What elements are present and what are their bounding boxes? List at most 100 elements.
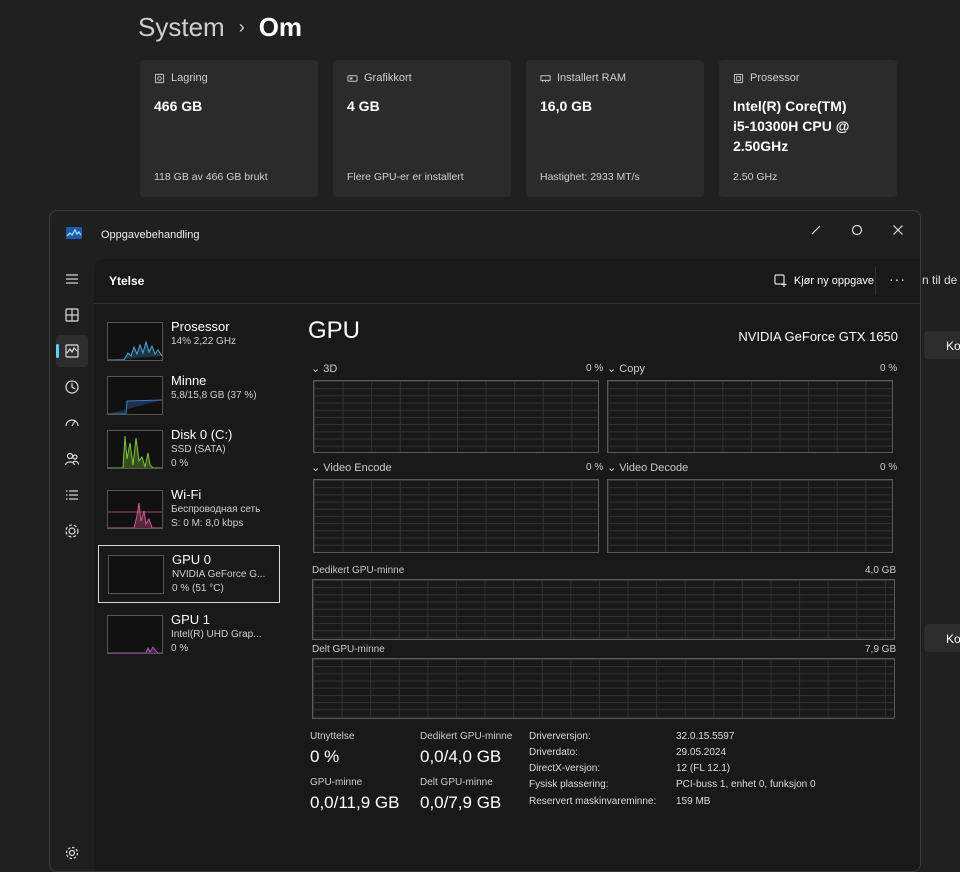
- card-value: 466 GB: [154, 98, 203, 114]
- run-task-icon: [774, 274, 787, 287]
- detail-value: 159 MB: [676, 796, 711, 807]
- processes-icon: [65, 308, 79, 322]
- device-gpu-0[interactable]: GPU 0 NVIDIA GeForce G... 0 % (51 °C): [98, 545, 280, 603]
- device-name: Minne: [171, 373, 207, 388]
- performance-panel: Ytelse Kjør ny oppgave ··· Prosessor 14%…: [94, 259, 920, 871]
- chevron-down-icon: ⌄: [607, 363, 617, 375]
- nav-performance[interactable]: [56, 335, 88, 367]
- nav-startup[interactable]: [56, 407, 88, 439]
- device-thumbnail: [107, 615, 163, 654]
- detail-key: Reservert maskinvareminne:: [529, 796, 657, 807]
- nav-details[interactable]: [56, 479, 88, 511]
- shared-memory-graph: [312, 658, 895, 719]
- breadcrumb: System › Om: [138, 12, 302, 43]
- device-name: Disk 0 (C:): [171, 427, 233, 442]
- engine-name: Copy: [619, 363, 645, 375]
- stat-value: 0 %: [310, 747, 340, 766]
- breadcrumb-system[interactable]: System: [138, 12, 225, 43]
- engine-value: 0 %: [586, 363, 604, 374]
- card-sub: 2.50 GHz: [733, 171, 778, 183]
- detail-value: 29.05.2024: [676, 747, 727, 758]
- close-icon: [893, 225, 903, 235]
- device-disk[interactable]: Disk 0 (C:) SSD (SATA) 0 %: [98, 421, 280, 479]
- device-name: Wi-Fi: [171, 487, 202, 502]
- engine-3d-graph: [313, 380, 599, 453]
- engine-name: Video Encode: [323, 462, 392, 474]
- nav-settings[interactable]: [56, 837, 88, 869]
- device-detail: 14% 2,22 GHz: [171, 336, 237, 347]
- card-label: Installert RAM: [557, 72, 627, 84]
- shared-memory-max: 7,9 GB: [865, 644, 897, 655]
- device-memory[interactable]: Minne 5,8/15,8 GB (37 %): [98, 367, 280, 425]
- hamburger-icon: [66, 274, 78, 284]
- device-name: Prosessor: [171, 319, 230, 334]
- header-divider: [875, 267, 876, 295]
- card-label: Grafikkort: [364, 72, 412, 84]
- detail-value: 12 (FL 12.1): [676, 763, 731, 774]
- stat-value: 0,0/4,0 GB: [420, 747, 502, 766]
- services-icon: [65, 524, 79, 538]
- card-label: Lagring: [171, 72, 208, 84]
- run-new-task-button[interactable]: Kjør ny oppgave: [774, 274, 874, 288]
- minimize-button[interactable]: [796, 217, 836, 243]
- background-button[interactable]: Ko: [924, 331, 960, 359]
- stat-value: 0,0/7,9 GB: [420, 793, 502, 812]
- task-manager-app-icon: [66, 227, 82, 239]
- maximize-icon: [851, 224, 863, 236]
- background-button[interactable]: Ko: [924, 624, 960, 652]
- engine-value: 0 %: [880, 363, 898, 374]
- device-thumbnail: [107, 376, 163, 415]
- card-label: Prosessor: [750, 72, 800, 84]
- engine-copy-selector[interactable]: ⌄ Copy: [607, 362, 645, 375]
- engine-video-encode-selector[interactable]: ⌄ Video Encode: [311, 461, 392, 474]
- engine-value: 0 %: [880, 462, 898, 473]
- processor-icon: [733, 73, 744, 83]
- device-usage: 0 %: [171, 643, 189, 654]
- card-sub: Hastighet: 2933 MT/s: [540, 171, 640, 183]
- card-graphics[interactable]: Grafikkort 4 GB Flere GPU-er er installe…: [333, 60, 511, 197]
- nav-users[interactable]: [56, 443, 88, 475]
- minimize-icon: [811, 225, 821, 235]
- device-detail: NVIDIA GeForce G...: [172, 569, 266, 580]
- close-button[interactable]: [878, 217, 918, 243]
- nav-services[interactable]: [56, 515, 88, 547]
- engine-3d-selector[interactable]: ⌄ 3D: [311, 362, 337, 375]
- startup-icon: [65, 419, 79, 427]
- card-ram[interactable]: Installert RAM 16,0 GB Hastighet: 2933 M…: [526, 60, 704, 197]
- gpu-title: GPU: [308, 317, 361, 344]
- details-icon: [66, 490, 78, 500]
- nav-processes[interactable]: [56, 299, 88, 331]
- nav-menu-button[interactable]: [56, 263, 88, 295]
- card-storage[interactable]: Lagring 466 GB 118 GB av 466 GB brukt: [140, 60, 318, 197]
- panel-header: Ytelse Kjør ny oppgave ···: [94, 259, 920, 304]
- device-name: GPU 0: [172, 552, 212, 567]
- device-usage: 0 % (51 °C): [172, 583, 224, 594]
- more-options-button[interactable]: ···: [889, 271, 906, 287]
- engine-copy-graph: [607, 380, 893, 453]
- engine-name: 3D: [323, 363, 338, 375]
- dedicated-memory-label: Dedikert GPU-minne: [312, 565, 405, 576]
- device-thumbnail: [107, 322, 163, 361]
- engine-video-decode-selector[interactable]: ⌄ Video Decode: [607, 461, 688, 474]
- maximize-button[interactable]: [837, 217, 877, 243]
- task-manager-window: Oppgavebehandling Ytelse Kjør ny oppgave…: [49, 210, 921, 872]
- card-sub: 118 GB av 466 GB brukt: [154, 171, 268, 183]
- card-processor[interactable]: Prosessor Intel(R) Core(TM) i5-10300H CP…: [719, 60, 897, 197]
- graphics-card-icon: [347, 74, 358, 82]
- device-detail: SSD (SATA): [171, 444, 226, 455]
- device-thumbnail: [107, 490, 163, 529]
- device-thumbnail: [107, 430, 163, 469]
- detail-value: PCI-buss 1, enhet 0, funksjon 0: [676, 779, 816, 790]
- title-bar[interactable]: Oppgavebehandling: [50, 211, 920, 259]
- device-processor[interactable]: Prosessor 14% 2,22 GHz: [98, 313, 280, 371]
- breadcrumb-separator: ›: [238, 17, 245, 37]
- device-gpu-1[interactable]: GPU 1 Intel(R) UHD Grap... 0 %: [98, 606, 280, 664]
- app-history-icon: [65, 380, 79, 394]
- device-detail: Беспроводная сеть: [171, 504, 261, 515]
- stat-label: Delt GPU-minne: [420, 777, 493, 788]
- device-wifi[interactable]: Wi-Fi Беспроводная сеть S: 0 M: 8,0 kbps: [98, 481, 280, 539]
- stat-label: Utnyttelse: [310, 731, 355, 742]
- background-link-text[interactable]: n til de: [922, 273, 957, 287]
- card-sub: Flere GPU-er er installert: [347, 171, 464, 183]
- nav-app-history[interactable]: [56, 371, 88, 403]
